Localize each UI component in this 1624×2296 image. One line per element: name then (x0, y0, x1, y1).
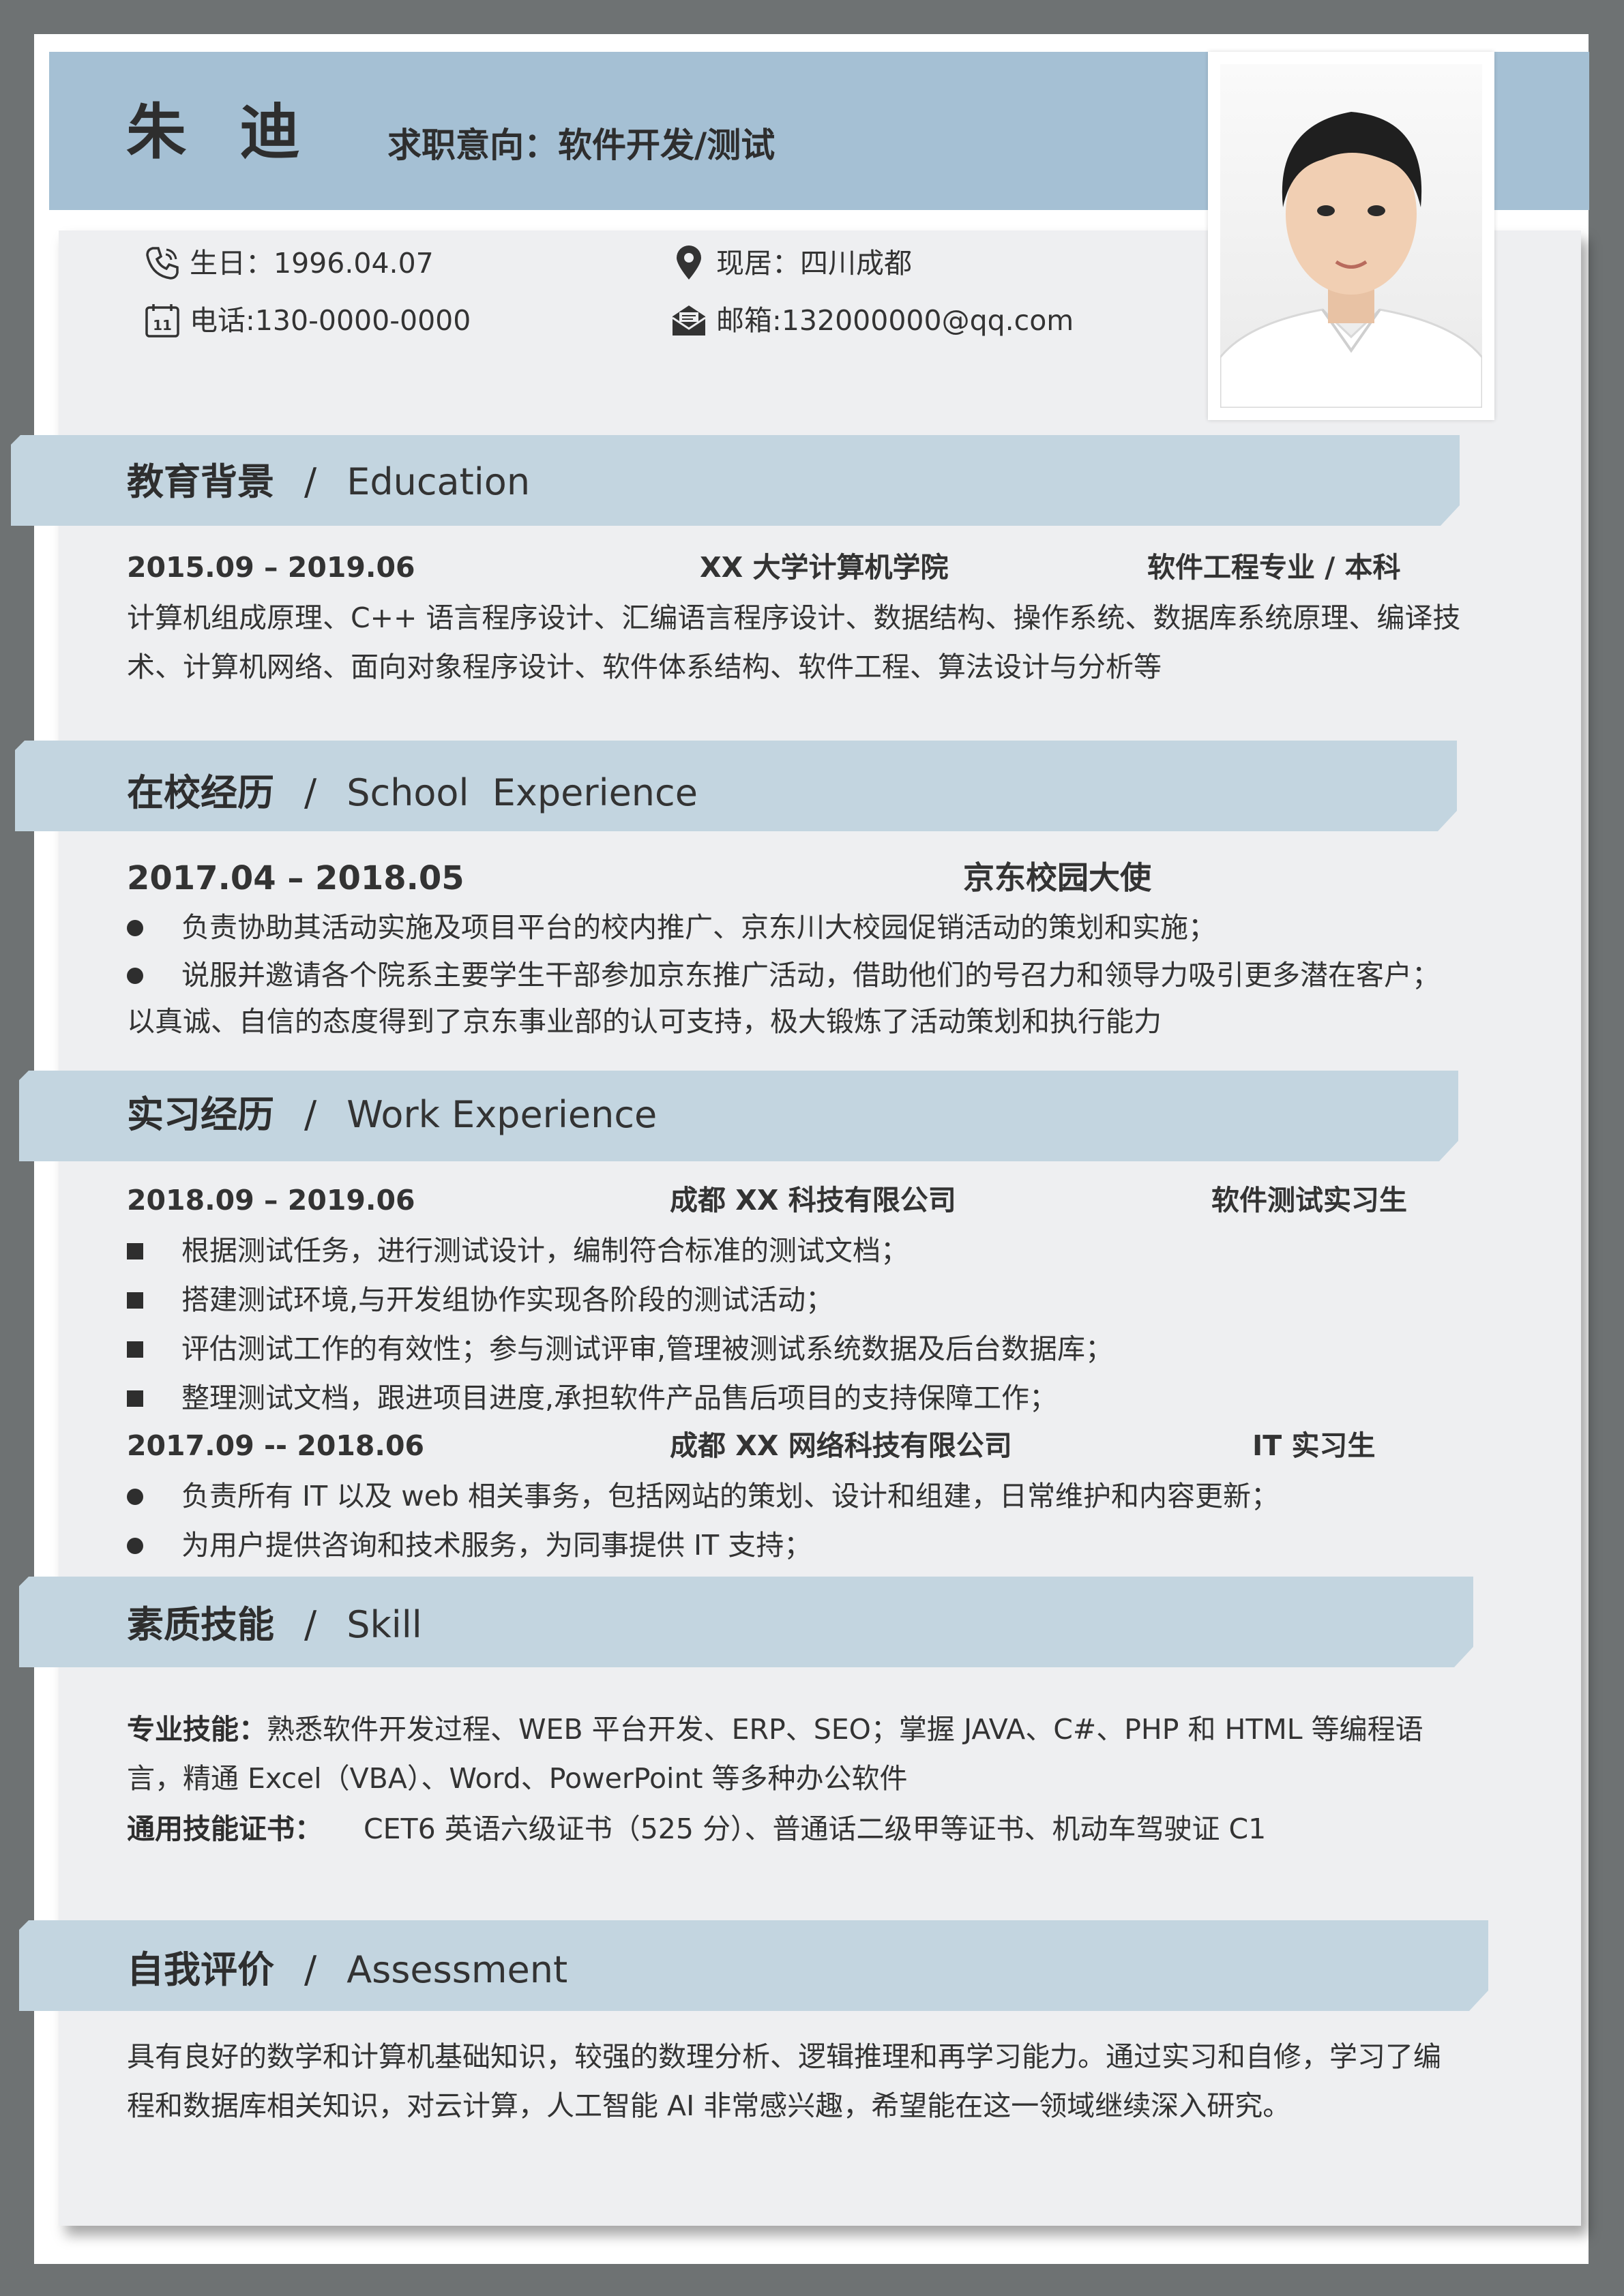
bullet-text: 为用户提供咨询和技术服务，为同事提供 IT 支持； (181, 1529, 812, 1562)
school-exp-bullet: 说服并邀请各个院系主要学生干部参加京东推广活动，借助他们的号召力和领导力吸引更多… (127, 961, 1440, 989)
bullet-square (127, 1292, 143, 1309)
candidate-name: 朱 迪 (126, 97, 316, 167)
job-role: IT 实习生 (1252, 1429, 1376, 1462)
bullet-text: 搭建测试环境,与开发组协作实现各阶段的测试活动； (181, 1283, 834, 1316)
skill-title: 素质技能 / Skill (127, 1607, 422, 1643)
bullet-text: 评估测试工作的有效性；参与测试评审,管理被测试系统数据及后台数据库； (181, 1332, 1114, 1365)
bullet-text: 整理测试文档，跟进项目进度,承担软件产品售后项目的支持保障工作； (181, 1382, 1058, 1414)
title-slash: / (304, 460, 317, 503)
job-bullet: 评估测试工作的有效性；参与测试评审,管理被测试系统数据及后台数据库； (127, 1335, 1113, 1363)
residence-text: 现居：四川成都 (716, 246, 912, 280)
email-text: 邮箱:132000000@qq.com (716, 303, 1074, 337)
skill-certificates-text: CET6 英语六级证书（525 分）、普通话二级甲等证书、机动车驾驶证 C1 (364, 1813, 1267, 1845)
education-title-en: Education (346, 460, 531, 503)
assessment-title-en: Assessment (346, 1948, 568, 1991)
skill-professional-text: 熟悉软件开发过程、WEB 平台开发、ERP、SEO；掌握 JAVA、C#、PHP… (127, 1713, 1423, 1795)
work-exp-title-en: Work Experience (346, 1093, 658, 1136)
skill-professional-label: 专业技能： (127, 1713, 267, 1746)
education-title-cn: 教育背景 (127, 460, 274, 503)
education-period: 2015.09 – 2019.06 (127, 551, 415, 584)
job-role: 软件测试实习生 (1211, 1184, 1407, 1217)
education-major: 软件工程专业 / 本科 (1147, 551, 1401, 584)
job-company: 成都 XX 科技有限公司 (670, 1184, 956, 1217)
phone-row: 11 电话:130-0000-0000 (143, 301, 471, 340)
school-exp-role: 京东校园大使 (963, 859, 1151, 896)
bullet-text: 负责协助其活动实施及项目平台的校内推广、京东川大校园促销活动的策划和实施； (181, 911, 1216, 944)
assessment-title-cn: 自我评价 (127, 1948, 274, 1991)
school-exp-period: 2017.04 – 2018.05 (127, 859, 464, 897)
profile-photo (1220, 64, 1482, 408)
assessment-title: 自我评价 / Assessment (127, 1952, 567, 1988)
assessment-text: 具有良好的数学和计算机基础知识，较强的数理分析、逻辑推理和再学习能力。通过实习和… (127, 2040, 1441, 2122)
skill-certificates: 通用技能证书： CET6 英语六级证书（525 分）、普通话二级甲等证书、机动车驾… (127, 1815, 1266, 1843)
birthday-text: 生日：1996.04.07 (190, 246, 434, 280)
bullet-dot (127, 919, 143, 936)
job-period: 2017.09 -- 2018.06 (127, 1429, 425, 1462)
email-row: 邮箱:132000000@qq.com (670, 301, 1074, 340)
job-bullet: 整理测试文档，跟进项目进度,承担软件产品售后项目的支持保障工作； (127, 1384, 1057, 1412)
portrait-illustration (1220, 112, 1482, 408)
calendar-icon: 11 (145, 304, 179, 338)
job-bullet: 负责所有 IT 以及 web 相关事务，包括网站的策划、设计和组建，日常维护和内… (127, 1482, 1279, 1510)
bullet-square (127, 1390, 143, 1407)
bullet-dot (127, 1488, 143, 1505)
bullet-text: 负责所有 IT 以及 web 相关事务，包括网站的策划、设计和组建，日常维护和内… (181, 1480, 1280, 1512)
bullet-text: 根据测试任务，进行测试设计，编制符合标准的测试文档； (181, 1234, 909, 1267)
profile-photo-frame (1208, 52, 1494, 420)
job-bullet: 搭建测试环境,与开发组协作实现各阶段的测试活动； (127, 1286, 833, 1314)
skill-title-en: Skill (346, 1603, 422, 1646)
svg-text:11: 11 (153, 317, 172, 333)
phone-icon (146, 247, 179, 280)
skill-title-cn: 素质技能 (127, 1603, 274, 1646)
job-bullet: 根据测试任务，进行测试设计，编制符合标准的测试文档； (127, 1237, 909, 1265)
bullet-text: 说服并邀请各个院系主要学生干部参加京东推广活动，借助他们的号召力和领导力吸引更多… (181, 959, 1440, 992)
school-exp-summary: 以真诚、自信的态度得到了京东事业部的认可支持，极大锻炼了活动策划和执行能力 (127, 1005, 1162, 1038)
school-exp-title-en: School Experience (346, 771, 698, 814)
job-company: 成都 XX 网络科技有限公司 (670, 1429, 1012, 1462)
school-exp-title-cn: 在校经历 (127, 771, 274, 814)
education-courses: 计算机组成原理、C++ 语言程序设计、汇编语言程序设计、数据结构、操作系统、数据… (127, 601, 1461, 683)
job-period: 2018.09 – 2019.06 (127, 1184, 415, 1217)
education-title: 教育背景 / Education (127, 464, 530, 501)
bullet-dot (127, 967, 143, 984)
skill-professional: 专业技能：熟悉软件开发过程、WEB 平台开发、ERP、SEO；掌握 JAVA、C… (127, 1705, 1450, 1803)
bullet-dot (127, 1537, 143, 1554)
job-bullet: 为用户提供咨询和技术服务，为同事提供 IT 支持； (127, 1532, 812, 1560)
bullet-square (127, 1242, 143, 1259)
location-pin-icon (677, 245, 701, 280)
school-exp-title: 在校经历 / School Experience (127, 775, 698, 811)
title-slash: / (304, 771, 317, 814)
work-exp-title-cn: 实习经历 (127, 1093, 274, 1136)
title-slash: / (304, 1603, 317, 1646)
title-slash: / (304, 1948, 317, 1991)
residence-row: 现居：四川成都 (670, 244, 912, 282)
envelope-icon (672, 305, 706, 336)
school-exp-bullet: 负责协助其活动实施及项目平台的校内推广、京东川大校园促销活动的策划和实施； (127, 914, 1216, 942)
bullet-square (127, 1341, 143, 1358)
skill-certificates-label: 通用技能证书： (127, 1813, 323, 1845)
phone-text: 电话:130-0000-0000 (190, 303, 471, 337)
job-intent: 求职意向：软件开发/测试 (387, 125, 776, 165)
education-school: XX 大学计算机学院 (700, 551, 949, 584)
birthday-row: 生日：1996.04.07 (143, 244, 434, 282)
work-exp-title: 实习经历 / Work Experience (127, 1097, 657, 1133)
title-slash: / (304, 1093, 317, 1136)
